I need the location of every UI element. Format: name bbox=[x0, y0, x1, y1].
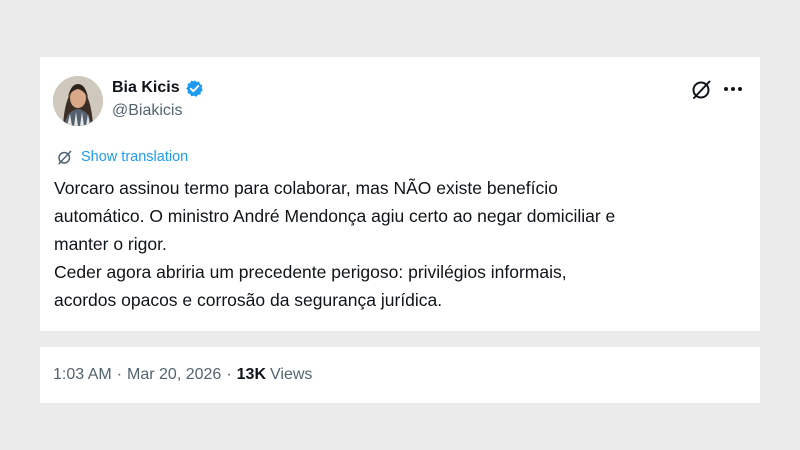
translate-icon bbox=[56, 148, 74, 166]
meta-separator: · bbox=[226, 366, 232, 383]
grok-icon[interactable] bbox=[690, 77, 714, 101]
avatar-image bbox=[53, 76, 103, 126]
meta-separator: · bbox=[116, 366, 123, 383]
tweet-text-line: automático. O ministro André Mendonça ag… bbox=[54, 206, 616, 226]
tweet-date[interactable]: Mar 20, 2026 bbox=[127, 366, 221, 384]
tweet-card: Bia Kicis @Biakicis Show translation Vor… bbox=[40, 57, 760, 331]
author-name-row: Bia Kicis bbox=[112, 77, 204, 99]
tweet-meta-card: 1:03 AM · Mar 20, 2026 · 13K Views bbox=[40, 347, 760, 403]
tweet-text-line: Ceder agora abriria um precedente perigo… bbox=[54, 262, 567, 282]
views-label: Views bbox=[270, 366, 313, 383]
tweet-text-line: manter o rigor. bbox=[54, 234, 167, 254]
show-translation-button[interactable]: Show translation bbox=[56, 147, 188, 167]
author-name[interactable]: Bia Kicis bbox=[112, 79, 180, 97]
tweet-meta-row: 1:03 AM · Mar 20, 2026 · 13K Views bbox=[53, 364, 312, 386]
tweet-text-line: acordos opacos e corrosão da segurança j… bbox=[54, 290, 443, 310]
author-handle[interactable]: @Biakicis bbox=[112, 102, 182, 120]
tweet-text-line: Vorcaro assinou termo para colaborar, ma… bbox=[54, 178, 558, 198]
avatar[interactable] bbox=[53, 76, 103, 126]
more-icon[interactable] bbox=[721, 77, 745, 101]
tweet-text: Vorcaro assinou termo para colaborar, ma… bbox=[54, 174, 754, 314]
tweet-time[interactable]: 1:03 AM bbox=[53, 366, 112, 384]
show-translation-label[interactable]: Show translation bbox=[81, 149, 188, 165]
views-count[interactable]: 13K bbox=[237, 366, 266, 384]
verified-badge-icon bbox=[185, 79, 204, 98]
